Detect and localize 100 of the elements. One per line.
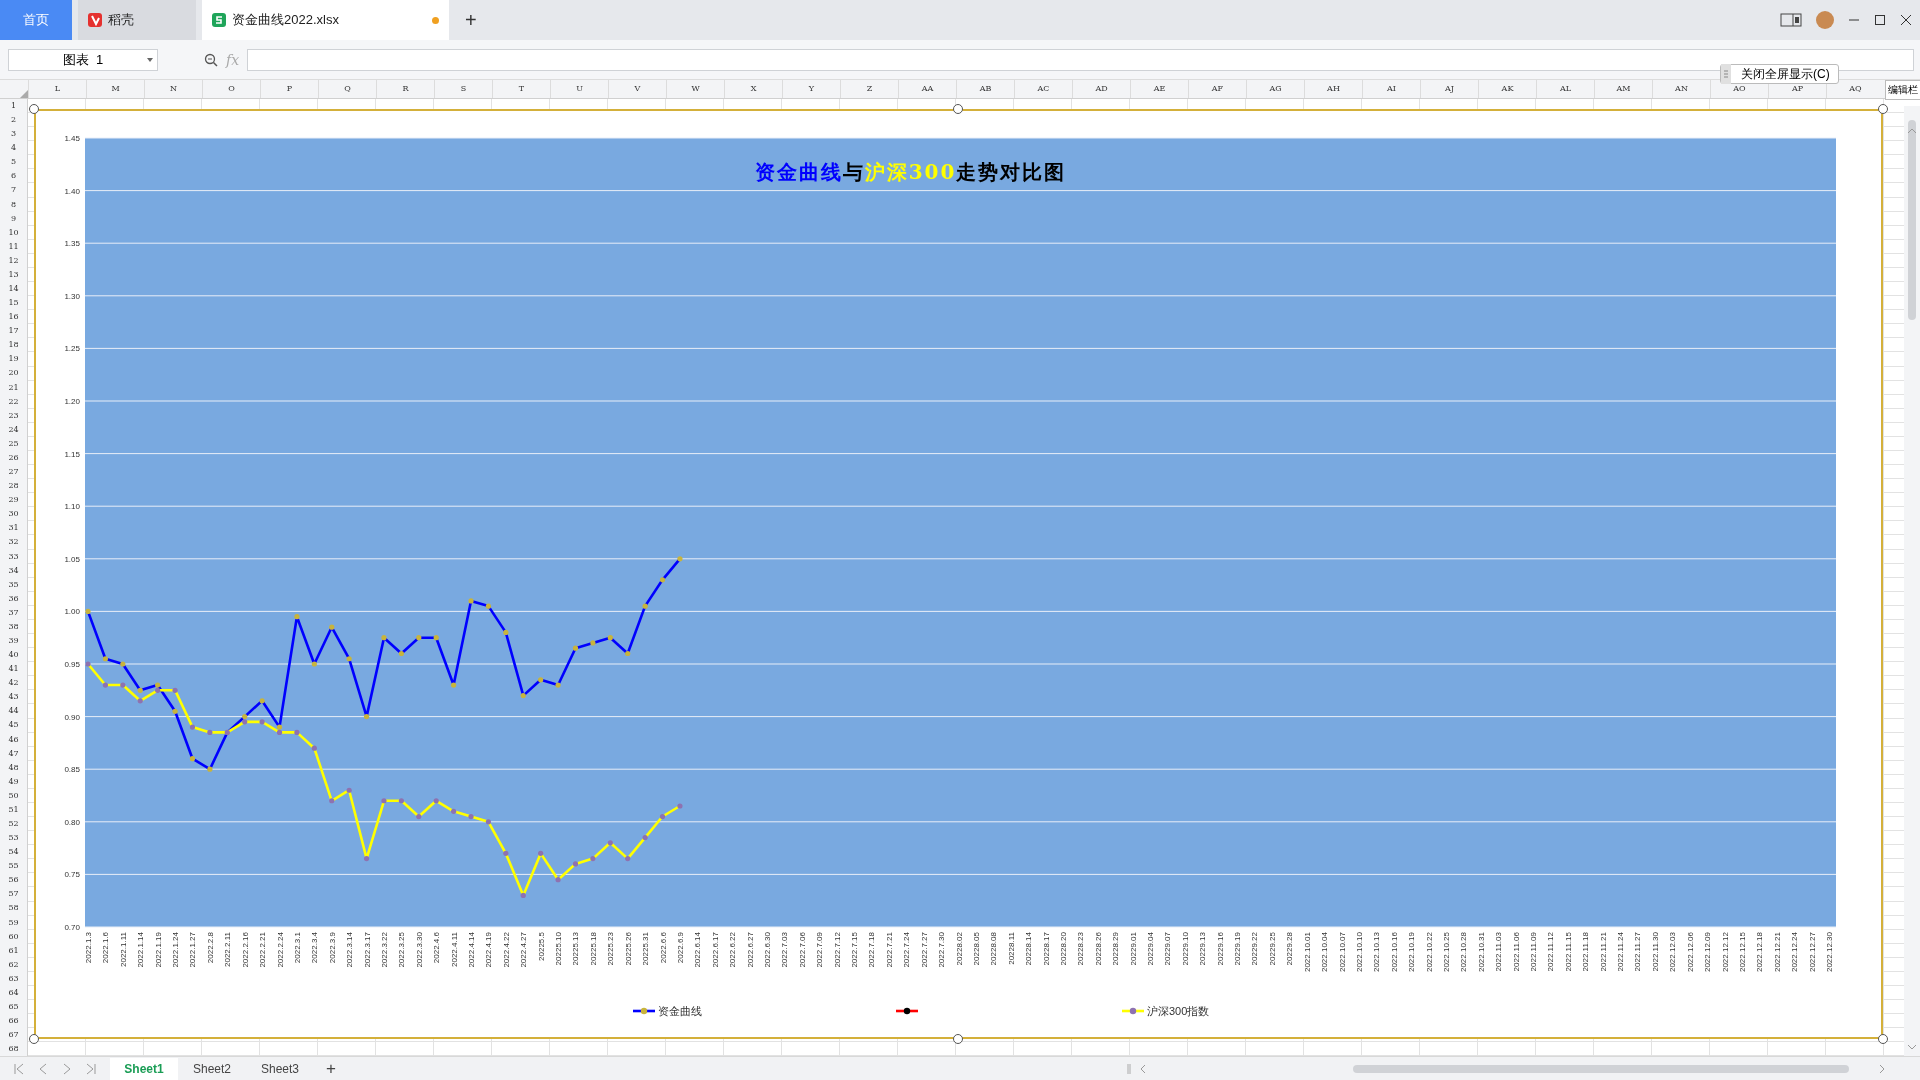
row-header[interactable]: 8 xyxy=(0,197,27,212)
scroll-up-icon[interactable] xyxy=(1906,126,1918,136)
row-header[interactable]: 52 xyxy=(0,817,27,832)
row-header[interactable]: 65 xyxy=(0,1000,27,1015)
row-header[interactable]: 14 xyxy=(0,282,27,297)
column-header[interactable]: AI xyxy=(1362,80,1420,98)
row-header[interactable]: 6 xyxy=(0,169,27,184)
scroll-left-icon[interactable] xyxy=(1139,1063,1147,1074)
row-header[interactable]: 56 xyxy=(0,873,27,888)
row-header[interactable]: 36 xyxy=(0,591,27,606)
row-header[interactable]: 7 xyxy=(0,183,27,198)
row-header[interactable]: 19 xyxy=(0,352,27,367)
next-sheet-icon[interactable] xyxy=(62,1062,72,1075)
scroll-down-icon[interactable] xyxy=(1906,1042,1918,1052)
row-header[interactable]: 21 xyxy=(0,380,27,395)
column-header[interactable]: Z xyxy=(840,80,898,98)
column-header[interactable]: AM xyxy=(1594,80,1652,98)
row-header[interactable]: 59 xyxy=(0,915,27,930)
row-header[interactable]: 25 xyxy=(0,436,27,451)
scrollbar-thumb[interactable] xyxy=(1353,1064,1849,1073)
row-header[interactable]: 4 xyxy=(0,141,27,156)
sheet-tab[interactable]: Sheet2 xyxy=(178,1057,246,1080)
column-header[interactable]: L xyxy=(28,80,86,98)
row-header[interactable]: 39 xyxy=(0,633,27,649)
resize-handle[interactable] xyxy=(953,104,963,114)
row-header[interactable]: 10 xyxy=(0,225,27,240)
column-header[interactable]: AC xyxy=(1014,80,1072,98)
row-header[interactable]: 28 xyxy=(0,479,27,494)
vertical-scrollbar[interactable] xyxy=(1904,106,1920,1056)
chart-frame[interactable] xyxy=(34,109,1883,1039)
sheet-tab[interactable]: Sheet1 xyxy=(110,1057,178,1080)
resize-handle[interactable] xyxy=(1878,1034,1888,1044)
column-header[interactable]: U xyxy=(550,80,608,98)
column-header[interactable]: AA xyxy=(898,80,956,98)
column-header[interactable]: AL xyxy=(1536,80,1594,98)
scroll-right-icon[interactable] xyxy=(1878,1063,1886,1074)
row-header[interactable]: 13 xyxy=(0,267,27,282)
row-header[interactable]: 51 xyxy=(0,802,27,817)
row-header[interactable]: 68 xyxy=(0,1042,27,1057)
column-header[interactable]: T xyxy=(492,80,550,98)
row-header[interactable]: 16 xyxy=(0,310,27,325)
row-header[interactable]: 58 xyxy=(0,901,27,916)
row-header[interactable]: 9 xyxy=(0,211,27,226)
row-header[interactable]: 11 xyxy=(0,239,27,254)
row-header[interactable]: 27 xyxy=(0,465,27,480)
splitter-icon[interactable] xyxy=(1127,1062,1131,1075)
layout-icon[interactable] xyxy=(1780,13,1802,27)
close-icon[interactable] xyxy=(1900,14,1912,26)
row-header[interactable]: 49 xyxy=(0,774,27,789)
row-header[interactable]: 64 xyxy=(0,985,27,1000)
row-header[interactable]: 24 xyxy=(0,422,27,437)
column-header[interactable]: AF xyxy=(1188,80,1246,98)
resize-handle[interactable] xyxy=(953,1034,963,1044)
row-header[interactable]: 43 xyxy=(0,690,27,705)
column-header[interactable]: AG xyxy=(1246,80,1304,98)
row-header[interactable]: 66 xyxy=(0,1014,27,1029)
row-header[interactable]: 41 xyxy=(0,662,27,677)
row-header[interactable]: 61 xyxy=(0,943,27,958)
sheet-tab[interactable]: Sheet3 xyxy=(246,1057,314,1080)
row-header[interactable]: 44 xyxy=(0,704,27,719)
column-header[interactable]: Y xyxy=(782,80,840,98)
row-header[interactable]: 53 xyxy=(0,831,27,846)
row-header[interactable]: 2 xyxy=(0,113,27,128)
tab[interactable]: 稻壳 xyxy=(78,0,196,40)
row-header[interactable]: 26 xyxy=(0,450,27,466)
column-header[interactable]: W xyxy=(666,80,724,98)
column-header[interactable]: P xyxy=(260,80,318,98)
first-sheet-icon[interactable] xyxy=(14,1062,24,1075)
row-header[interactable]: 18 xyxy=(0,338,27,353)
row-header[interactable]: 1 xyxy=(0,99,27,114)
row-header[interactable]: 30 xyxy=(0,507,27,522)
name-box[interactable]: 图表 1 xyxy=(8,48,158,71)
column-header[interactable]: O xyxy=(202,80,260,98)
scrollbar-thumb[interactable] xyxy=(1908,120,1916,320)
resize-handle[interactable] xyxy=(29,104,39,114)
row-header[interactable]: 42 xyxy=(0,676,27,691)
row-header[interactable]: 55 xyxy=(0,859,27,874)
close-fullscreen-button[interactable]: 关闭全屏显示(C) xyxy=(1720,64,1839,84)
row-header[interactable]: 17 xyxy=(0,324,27,339)
column-header[interactable]: AN xyxy=(1652,80,1710,98)
row-header[interactable]: 23 xyxy=(0,408,27,423)
column-header[interactable]: R xyxy=(376,80,434,98)
avatar[interactable] xyxy=(1816,11,1834,29)
row-header[interactable]: 63 xyxy=(0,971,27,986)
row-header[interactable]: 5 xyxy=(0,155,27,170)
edit-bar-button[interactable]: 编辑栏 xyxy=(1885,80,1920,100)
column-header[interactable]: AE xyxy=(1130,80,1188,98)
tab[interactable]: 资金曲线2022.xlsx xyxy=(202,0,449,40)
row-header[interactable]: 31 xyxy=(0,521,27,536)
row-header[interactable]: 22 xyxy=(0,394,27,409)
row-header[interactable]: 50 xyxy=(0,788,27,803)
row-header[interactable]: 47 xyxy=(0,746,27,761)
row-header[interactable]: 12 xyxy=(0,253,27,268)
row-header[interactable]: 40 xyxy=(0,648,27,663)
row-header[interactable]: 48 xyxy=(0,760,27,775)
row-header[interactable]: 32 xyxy=(0,535,27,550)
previous-sheet-icon[interactable] xyxy=(38,1062,48,1075)
column-header[interactable]: Q xyxy=(318,80,376,98)
add-sheet-button[interactable]: + xyxy=(320,1057,342,1080)
row-header[interactable]: 29 xyxy=(0,493,27,508)
